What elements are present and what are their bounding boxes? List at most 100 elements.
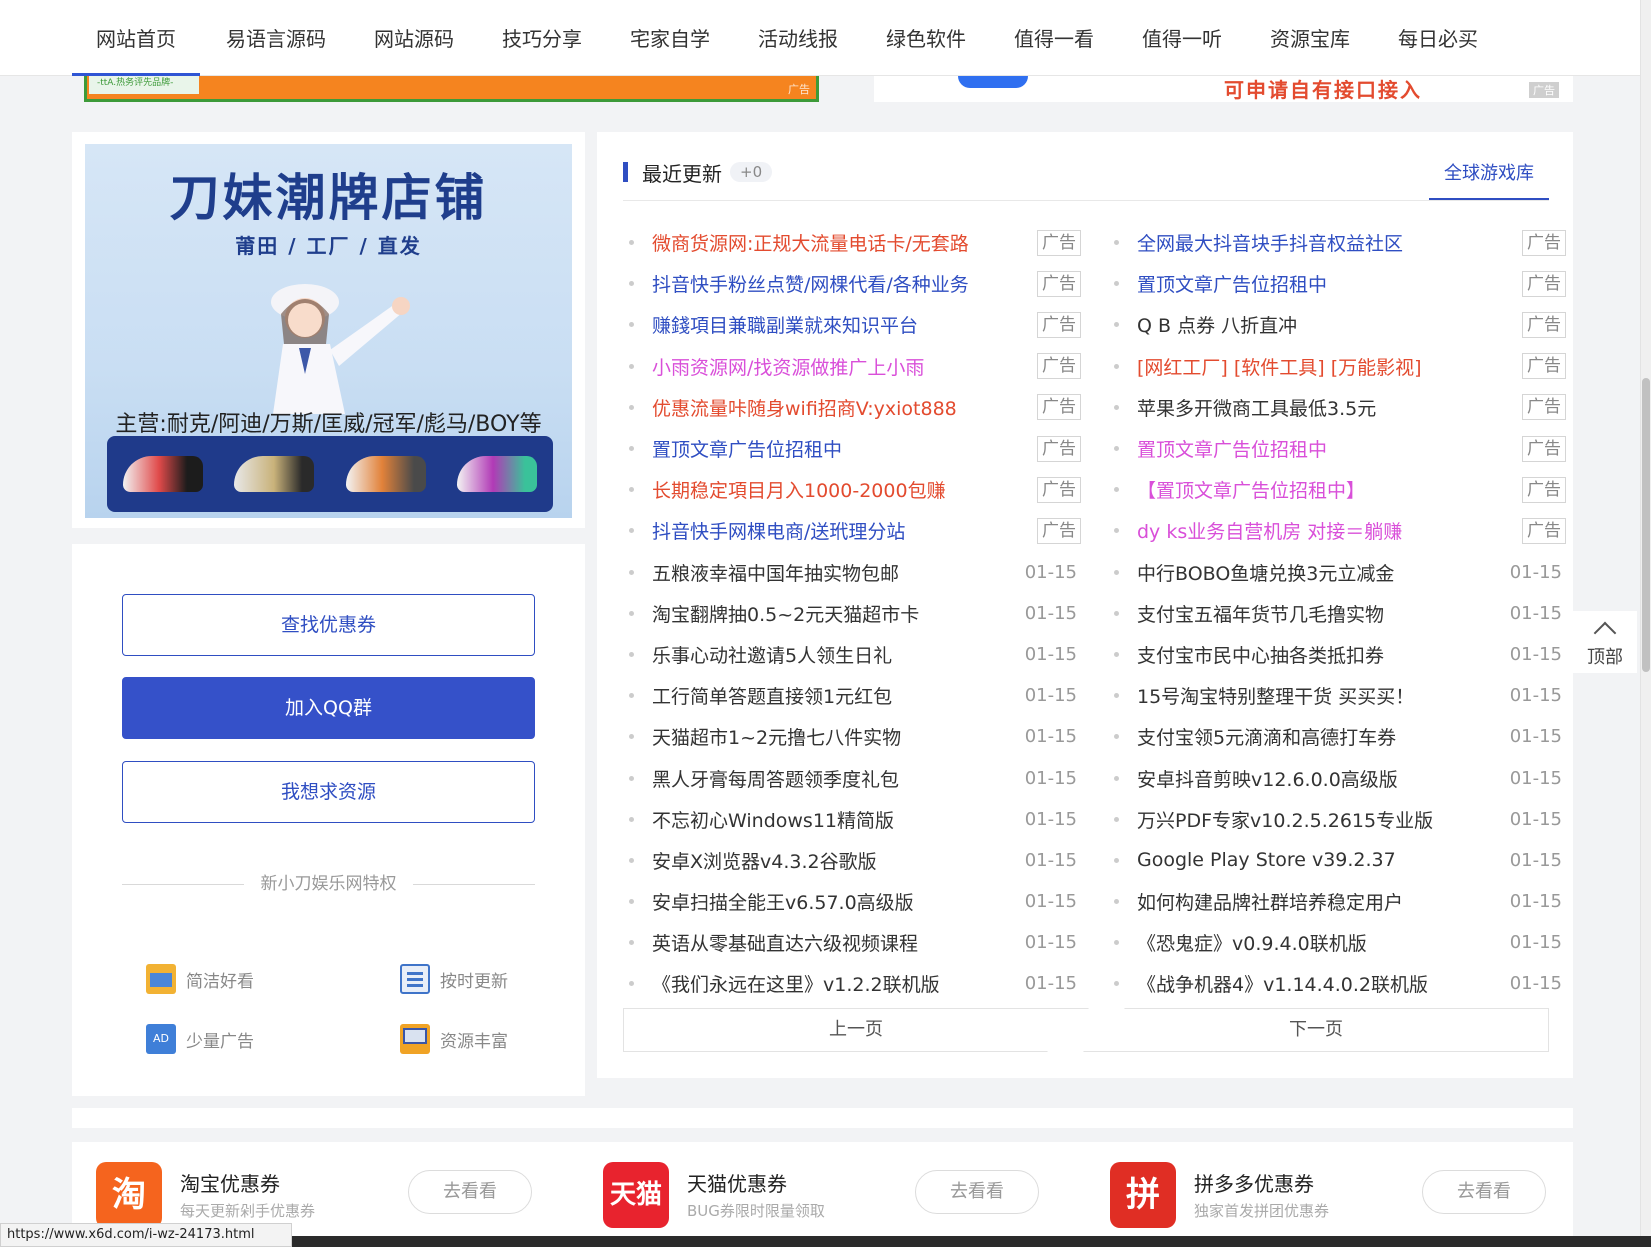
- shop-banner-ad[interactable]: 刀妹潮牌店铺 莆田 / 工厂 / 直发 主营:耐克/阿迪/万斯/匡威/冠军/彪马…: [85, 144, 572, 518]
- list-item[interactable]: 支付宝市民中心抽各类抵扣券 01-15: [1108, 634, 1566, 675]
- prev-page-button[interactable]: 上一页: [623, 1008, 1089, 1052]
- list-item-link[interactable]: Google Play Store v39.2.37: [1137, 849, 1506, 871]
- list-item[interactable]: 全网最大抖音块手抖音权益社区 广告: [1108, 222, 1566, 263]
- list-item[interactable]: 工行简单答题直接领1元红包 01-15: [623, 675, 1081, 716]
- nav-item[interactable]: 绿色软件: [862, 0, 990, 76]
- list-item-link[interactable]: 《战争机器4》v1.14.4.0.2联机版: [1137, 970, 1506, 997]
- tab-global-game-library[interactable]: 全球游戏库: [1429, 152, 1549, 200]
- list-item[interactable]: 抖音快手粉丝点赞/网棵代看/各种业务 广告: [623, 263, 1081, 304]
- list-item-link[interactable]: 淘宝翻牌抽0.5~2元天猫超市卡: [652, 600, 1021, 627]
- list-item[interactable]: 不忘初心Windows11精简版 01-15: [623, 799, 1081, 840]
- list-item[interactable]: 苹果多开微商工具最低3.5元 广告: [1108, 387, 1566, 428]
- list-item[interactable]: 置顶文章广告位招租中 广告: [1108, 263, 1566, 304]
- list-item-link[interactable]: 中行BOBO鱼塘兑换3元立减金: [1137, 559, 1506, 586]
- list-item[interactable]: 《恐鬼症》v0.9.4.0联机版 01-15: [1108, 922, 1566, 963]
- list-item[interactable]: 抖音快手网棵电商/送玳理分站 广告: [623, 510, 1081, 551]
- list-item-link[interactable]: 赚錢項目兼職副業就來知识平台: [652, 311, 1037, 338]
- list-item[interactable]: 英语从零基础直达六级视频课程 01-15: [623, 922, 1081, 963]
- back-to-top-button[interactable]: 顶部: [1573, 611, 1637, 673]
- list-item[interactable]: 安卓扫描全能王v6.57.0高级版 01-15: [623, 881, 1081, 922]
- list-item-link[interactable]: 15号淘宝特别整理干货 买买买！: [1137, 682, 1506, 709]
- list-item[interactable]: 乐事心动社邀请5人领生日礼 01-15: [623, 634, 1081, 675]
- list-item-link[interactable]: Q B 点券 八折直冲: [1137, 311, 1522, 338]
- list-item[interactable]: Google Play Store v39.2.37 01-15: [1108, 840, 1566, 881]
- list-item-link[interactable]: 《恐鬼症》v0.9.4.0联机版: [1137, 929, 1506, 956]
- list-item[interactable]: 天猫超市1~2元撸七八件实物 01-15: [623, 716, 1081, 757]
- find-coupon-button[interactable]: 查找优惠券: [122, 594, 535, 656]
- list-item-link[interactable]: [网红工厂] [软件工具] [万能影视]: [1137, 353, 1522, 380]
- list-item[interactable]: 置顶文章广告位招租中 广告: [623, 428, 1081, 469]
- list-item[interactable]: 五粮液幸福中国年抽实物包邮 01-15: [623, 552, 1081, 593]
- list-item[interactable]: 中行BOBO鱼塘兑换3元立减金 01-15: [1108, 552, 1566, 593]
- nav-item[interactable]: 宅家自学: [606, 0, 734, 76]
- nav-item[interactable]: 网站源码: [350, 0, 478, 76]
- list-item[interactable]: 《我们永远在这里》v1.2.2联机版 01-15: [623, 963, 1081, 1004]
- nav-item[interactable]: 值得一看: [990, 0, 1118, 76]
- nav-item[interactable]: 网站首页: [72, 0, 200, 76]
- list-item-link[interactable]: 英语从零基础直达六级视频课程: [652, 929, 1021, 956]
- list-item-link[interactable]: 天猫超市1~2元撸七八件实物: [652, 723, 1021, 750]
- join-qq-group-button[interactable]: 加入QQ群: [122, 677, 535, 739]
- list-item[interactable]: [网红工厂] [软件工具] [万能影视] 广告: [1108, 346, 1566, 387]
- next-page-button[interactable]: 下一页: [1083, 1008, 1549, 1052]
- list-item-link[interactable]: 支付宝领5元滴滴和高德打车券: [1137, 723, 1506, 750]
- list-item-link[interactable]: 工行简单答题直接领1元红包: [652, 682, 1021, 709]
- nav-item[interactable]: 值得一听: [1118, 0, 1246, 76]
- request-resource-button[interactable]: 我想求资源: [122, 761, 535, 823]
- list-item-link[interactable]: 抖音快手粉丝点赞/网棵代看/各种业务: [652, 270, 1037, 297]
- nav-item[interactable]: 资源宝库: [1246, 0, 1374, 76]
- list-item-link[interactable]: 《我们永远在这里》v1.2.2联机版: [652, 970, 1021, 997]
- go-see-button[interactable]: 去看看: [915, 1170, 1039, 1214]
- coupon-card-pinduoduo[interactable]: 拼 拼多多优惠券 独家首发拼团优惠券 去看看: [1086, 1162, 1566, 1232]
- list-item[interactable]: 微商货源网:正规大流量电话卡/无套路 广告: [623, 222, 1081, 263]
- list-item-link[interactable]: 安卓抖音剪映v12.6.0.0高级版: [1137, 765, 1506, 792]
- list-item[interactable]: 《战争机器4》v1.14.4.0.2联机版 01-15: [1108, 963, 1566, 1004]
- list-item-link[interactable]: 全网最大抖音块手抖音权益社区: [1137, 229, 1522, 256]
- list-item[interactable]: 长期稳定項目月入1000-2000包赚 广告: [623, 469, 1081, 510]
- nav-item[interactable]: 技巧分享: [478, 0, 606, 76]
- list-item-link[interactable]: 优惠流量咔随身wifi招商V:yxiot888: [652, 394, 1037, 421]
- list-item[interactable]: Q B 点券 八折直冲 广告: [1108, 304, 1566, 345]
- list-item-link[interactable]: 安卓X浏览器v4.3.2谷歌版: [652, 847, 1021, 874]
- list-item-link[interactable]: 小雨资源网/找资源做推广上小雨: [652, 353, 1037, 380]
- list-item[interactable]: 淘宝翻牌抽0.5~2元天猫超市卡 01-15: [623, 593, 1081, 634]
- nav-item[interactable]: 每日必买: [1374, 0, 1502, 76]
- list-item-link[interactable]: dy ks业务自营机房 对接＝躺赚: [1137, 517, 1522, 544]
- list-item-link[interactable]: 长期稳定項目月入1000-2000包赚: [652, 476, 1037, 503]
- list-item[interactable]: 支付宝五福年货节几毛撸实物 01-15: [1108, 593, 1566, 634]
- list-item-link[interactable]: 五粮液幸福中国年抽实物包邮: [652, 559, 1021, 586]
- list-item-link[interactable]: 置顶文章广告位招租中: [1137, 435, 1522, 462]
- list-item-link[interactable]: 置顶文章广告位招租中: [652, 435, 1037, 462]
- list-item-link[interactable]: 抖音快手网棵电商/送玳理分站: [652, 517, 1037, 544]
- list-item-link[interactable]: 支付宝五福年货节几毛撸实物: [1137, 600, 1506, 627]
- list-item-link[interactable]: 乐事心动社邀请5人领生日礼: [652, 641, 1021, 668]
- list-item[interactable]: 赚錢項目兼職副業就來知识平台 广告: [623, 304, 1081, 345]
- nav-item[interactable]: 活动线报: [734, 0, 862, 76]
- page-scrollbar[interactable]: [1640, 0, 1651, 1236]
- go-see-button[interactable]: 去看看: [1422, 1170, 1546, 1214]
- coupon-card-taobao[interactable]: 淘 淘宝优惠券 每天更新剁手优惠券 去看看: [72, 1162, 552, 1232]
- list-item-link[interactable]: 安卓扫描全能王v6.57.0高级版: [652, 888, 1021, 915]
- list-item[interactable]: 如何构建品牌社群培养稳定用户 01-15: [1108, 881, 1566, 922]
- list-item[interactable]: 15号淘宝特别整理干货 买买买！ 01-15: [1108, 675, 1566, 716]
- list-item-link[interactable]: 不忘初心Windows11精简版: [652, 806, 1021, 833]
- list-item-link[interactable]: 【置顶文章广告位招租中】: [1137, 476, 1522, 503]
- list-item[interactable]: 优惠流量咔随身wifi招商V:yxiot888 广告: [623, 387, 1081, 428]
- list-item[interactable]: 支付宝领5元滴滴和高德打车券 01-15: [1108, 716, 1566, 757]
- nav-item[interactable]: 易语言源码: [200, 0, 350, 76]
- list-item[interactable]: 黑人牙膏每周答题领季度礼包 01-15: [623, 757, 1081, 798]
- go-see-button[interactable]: 去看看: [408, 1170, 532, 1214]
- top-ad-strip[interactable]: -ttA.热务评先品牌- 广告 可申请自有接口接入 广告: [84, 76, 1573, 102]
- list-item-link[interactable]: 黑人牙膏每周答题领季度礼包: [652, 765, 1021, 792]
- list-item[interactable]: dy ks业务自营机房 对接＝躺赚 广告: [1108, 510, 1566, 551]
- top-ad-left[interactable]: -ttA.热务评先品牌- 广告: [84, 76, 819, 102]
- list-item[interactable]: 小雨资源网/找资源做推广上小雨 广告: [623, 346, 1081, 387]
- list-item-link[interactable]: 置顶文章广告位招租中: [1137, 270, 1522, 297]
- list-item-link[interactable]: 微商货源网:正规大流量电话卡/无套路: [652, 229, 1037, 256]
- list-item-link[interactable]: 支付宝市民中心抽各类抵扣券: [1137, 641, 1506, 668]
- list-item[interactable]: 【置顶文章广告位招租中】 广告: [1108, 469, 1566, 510]
- top-ad-right[interactable]: 可申请自有接口接入 广告: [874, 76, 1573, 102]
- list-item-link[interactable]: 万兴PDF专家v10.2.5.2615专业版: [1137, 806, 1506, 833]
- list-item-link[interactable]: 苹果多开微商工具最低3.5元: [1137, 394, 1522, 421]
- scrollbar-thumb[interactable]: [1642, 378, 1650, 672]
